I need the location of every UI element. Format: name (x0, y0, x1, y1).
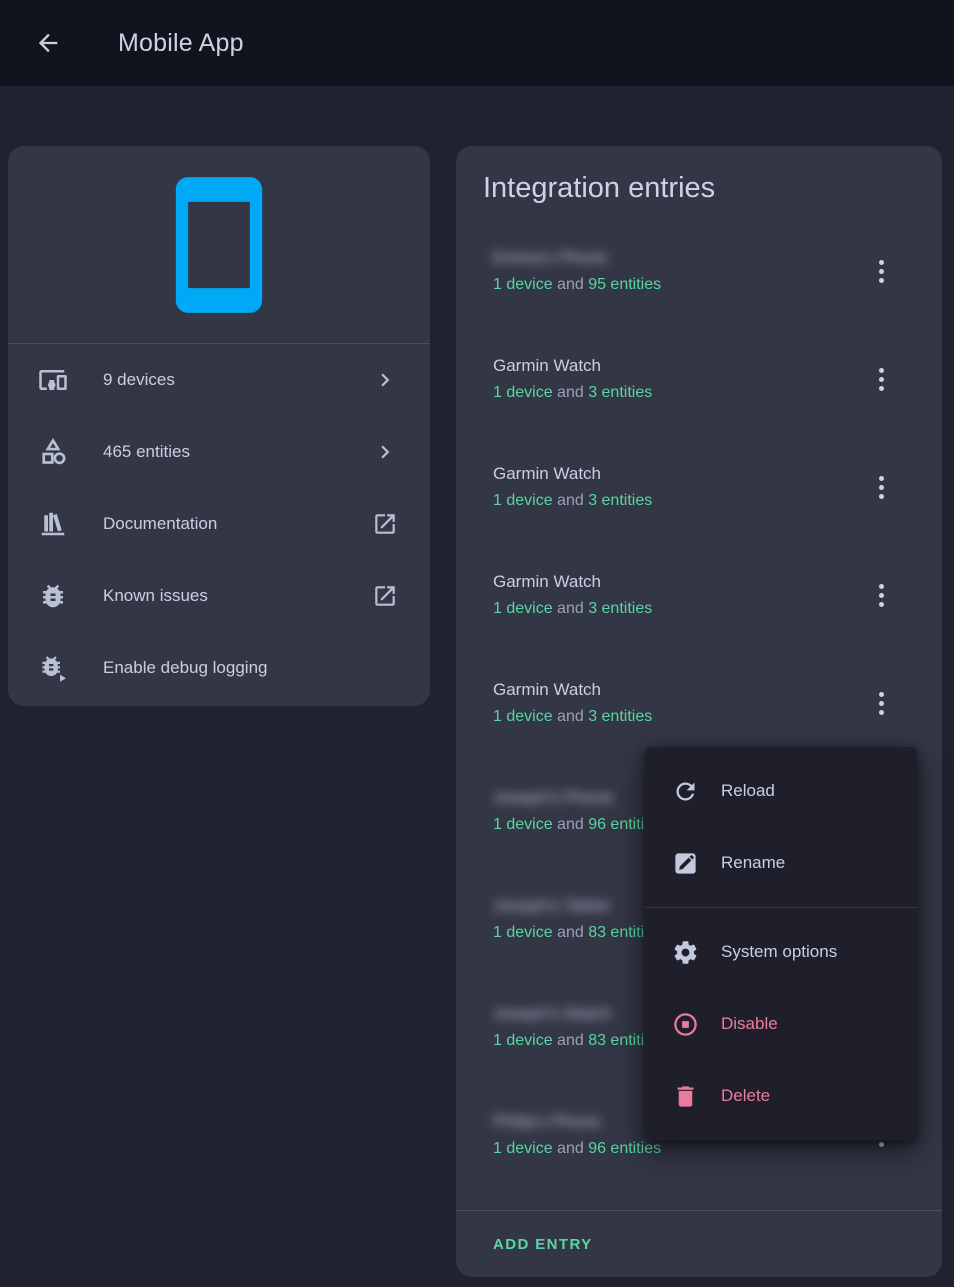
conjunction-text: and (553, 384, 589, 401)
reload-icon (672, 778, 699, 805)
entry-row: Garmin Watch 1 device and 3 entities (456, 433, 942, 541)
menu-item-disable[interactable]: Disable (645, 988, 917, 1060)
device-count-link[interactable]: 1 device (493, 924, 553, 941)
entry-row: Garmin Watch 1 device and 3 entities (456, 541, 942, 649)
conjunction-text: and (553, 708, 589, 725)
device-count-link[interactable]: 1 device (493, 708, 553, 725)
entries-card-title: Integration entries (456, 146, 942, 217)
device-count-link[interactable]: 1 device (493, 276, 553, 293)
integration-icon-section (8, 146, 430, 343)
bookshelf-icon (38, 509, 68, 539)
device-count-link[interactable]: 1 device (493, 384, 553, 401)
info-row-known-issues[interactable]: Known issues (8, 560, 430, 632)
known-issues-label: Known issues (103, 586, 208, 606)
entry-menu-button[interactable] (857, 571, 905, 619)
menu-item-system-options[interactable]: System options (645, 916, 917, 988)
device-count-link[interactable]: 1 device (493, 1140, 553, 1157)
chevron-right-icon (372, 439, 398, 465)
menu-item-label: Rename (721, 853, 785, 873)
arrow-left-icon (34, 29, 62, 57)
entry-name: Emma's Phone (493, 248, 857, 268)
rename-icon (672, 850, 699, 877)
documentation-label: Documentation (103, 514, 217, 534)
open-in-new-icon (372, 583, 398, 609)
entry-row: Emma's Phone 1 device and 95 entities (456, 217, 942, 325)
entry-name: Garmin Watch (493, 356, 857, 376)
cog-icon (672, 939, 699, 966)
conjunction-text: and (553, 1032, 589, 1049)
menu-item-reload[interactable]: Reload (645, 755, 917, 827)
open-in-new-icon (372, 511, 398, 537)
entity-count-link[interactable]: 96 entities (588, 1140, 661, 1157)
integration-info-card: 9 devices 465 entities Documentation (8, 146, 430, 706)
page-title: Mobile App (118, 29, 244, 58)
menu-item-rename[interactable]: Rename (645, 827, 917, 899)
entry-name: Garmin Watch (493, 464, 857, 484)
entity-count-link[interactable]: 3 entities (588, 708, 652, 725)
conjunction-text: and (553, 816, 589, 833)
entity-count-link[interactable]: 3 entities (588, 384, 652, 401)
conjunction-text: and (553, 492, 589, 509)
entry-row: Garmin Watch 1 device and 3 entities (456, 325, 942, 433)
menu-item-label: Delete (721, 1086, 770, 1106)
devices-count-label: 9 devices (103, 370, 175, 390)
entity-count-link[interactable]: 95 entities (588, 276, 661, 293)
entry-name: Garmin Watch (493, 680, 857, 700)
device-count-link[interactable]: 1 device (493, 816, 553, 833)
back-button[interactable] (28, 23, 68, 63)
info-row-devices[interactable]: 9 devices (8, 344, 430, 416)
entities-count-label: 465 entities (103, 442, 190, 462)
menu-item-label: Reload (721, 781, 775, 801)
entry-row: Garmin Watch 1 device and 3 entities (456, 649, 942, 757)
entity-count-link[interactable]: 3 entities (588, 492, 652, 509)
stop-circle-icon (672, 1011, 699, 1038)
info-row-entities[interactable]: 465 entities (8, 416, 430, 488)
entry-menu-button[interactable] (857, 355, 905, 403)
chevron-right-icon (372, 367, 398, 393)
entry-menu-button[interactable] (857, 463, 905, 511)
shapes-icon (38, 437, 68, 467)
add-entry-button[interactable]: ADD ENTRY (493, 1236, 593, 1253)
entries-card-footer: ADD ENTRY (456, 1210, 942, 1277)
device-count-link[interactable]: 1 device (493, 492, 553, 509)
debug-logging-label: Enable debug logging (103, 658, 267, 678)
mobile-app-integration-page: Mobile App 9 devices 465 entities (0, 0, 954, 1287)
conjunction-text: and (553, 600, 589, 617)
device-count-link[interactable]: 1 device (493, 600, 553, 617)
app-header: Mobile App (0, 0, 954, 86)
info-row-debug-logging[interactable]: Enable debug logging (8, 632, 430, 704)
entry-name: Garmin Watch (493, 572, 857, 592)
conjunction-text: and (553, 276, 589, 293)
conjunction-text: and (553, 924, 589, 941)
menu-item-delete[interactable]: Delete (645, 1060, 917, 1132)
divider (645, 907, 917, 908)
entry-menu-button[interactable] (857, 247, 905, 295)
bug-play-icon (38, 653, 68, 683)
conjunction-text: and (553, 1140, 589, 1157)
bug-icon (38, 581, 68, 611)
entry-menu-button[interactable] (857, 679, 905, 727)
menu-item-label: System options (721, 942, 837, 962)
entry-context-menu: Reload Rename System options Disable De (645, 747, 917, 1140)
entity-count-link[interactable]: 3 entities (588, 600, 652, 617)
cellphone-icon (145, 171, 293, 319)
devices-icon (38, 365, 68, 395)
menu-item-label: Disable (721, 1014, 778, 1034)
info-row-documentation[interactable]: Documentation (8, 488, 430, 560)
device-count-link[interactable]: 1 device (493, 1032, 553, 1049)
delete-icon (672, 1083, 699, 1110)
